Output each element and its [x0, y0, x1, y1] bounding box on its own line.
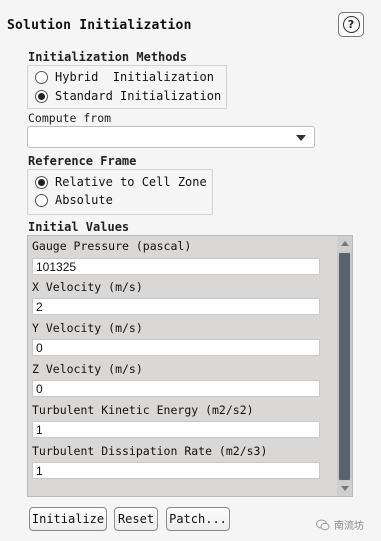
watermark-text: 南流坊 [334, 521, 364, 532]
vertical-scrollbar[interactable] [337, 236, 352, 496]
patch-button[interactable]: Patch... [166, 507, 230, 531]
compute-from-dropdown[interactable] [27, 126, 315, 148]
init-methods-label: Initialization Methods [28, 50, 187, 64]
radio-standard-initialization[interactable]: Standard Initialization [35, 89, 221, 103]
init-methods-group: Hybrid Initialization Standard Initializ… [27, 65, 227, 109]
gauge-pressure-label: Gauge Pressure (pascal) [32, 239, 192, 253]
wechat-icon [316, 519, 330, 530]
x-velocity-input[interactable] [32, 298, 320, 315]
compute-from-label: Compute from [28, 111, 112, 125]
y-velocity-input[interactable] [32, 339, 320, 356]
radio-label: Hybrid Initialization [55, 70, 214, 84]
radio-hybrid-initialization[interactable]: Hybrid Initialization [35, 70, 214, 84]
y-velocity-label: Y Velocity (m/s) [32, 321, 143, 335]
reset-button[interactable]: Reset [114, 507, 158, 531]
radio-label: Relative to Cell Zone [55, 175, 207, 189]
turbulent-kinetic-energy-input[interactable] [32, 421, 320, 438]
radio-button[interactable] [35, 175, 48, 189]
help-button[interactable]: ? [338, 12, 364, 37]
panel-title: Solution Initialization [7, 18, 192, 33]
watermark: 南流坊 [316, 517, 364, 532]
radio-absolute[interactable]: Absolute [35, 193, 113, 207]
initial-values-panel: Gauge Pressure (pascal) X Velocity (m/s)… [27, 235, 353, 497]
help-question-icon: ? [342, 16, 360, 33]
radio-label: Standard Initialization [55, 89, 222, 103]
scroll-down-button[interactable] [337, 481, 352, 496]
arrow-up-icon [340, 241, 349, 246]
z-velocity-input[interactable] [32, 380, 320, 397]
radio-label: Absolute [55, 193, 113, 207]
radio-button[interactable] [35, 70, 48, 84]
turbulent-kinetic-energy-label: Turbulent Kinetic Energy (m2/s2) [32, 403, 254, 417]
chevron-down-icon [296, 135, 306, 141]
radio-relative-to-cell-zone[interactable]: Relative to Cell Zone [35, 175, 207, 189]
radio-button[interactable] [35, 89, 48, 103]
initialize-button[interactable]: Initialize [29, 507, 107, 531]
turbulent-dissipation-rate-label: Turbulent Dissipation Rate (m2/s3) [32, 444, 268, 458]
z-velocity-label: Z Velocity (m/s) [32, 362, 143, 376]
reference-frame-group: Relative to Cell Zone Absolute [27, 169, 213, 215]
radio-button[interactable] [35, 193, 48, 207]
scroll-up-button[interactable] [337, 236, 352, 251]
x-velocity-label: X Velocity (m/s) [32, 280, 143, 294]
gauge-pressure-input[interactable] [32, 258, 320, 275]
reference-frame-label: Reference Frame [28, 154, 137, 168]
turbulent-dissipation-rate-input[interactable] [32, 462, 320, 479]
initial-values-label: Initial Values [28, 220, 130, 234]
arrow-down-icon [340, 486, 349, 491]
scroll-thumb[interactable] [339, 253, 350, 480]
